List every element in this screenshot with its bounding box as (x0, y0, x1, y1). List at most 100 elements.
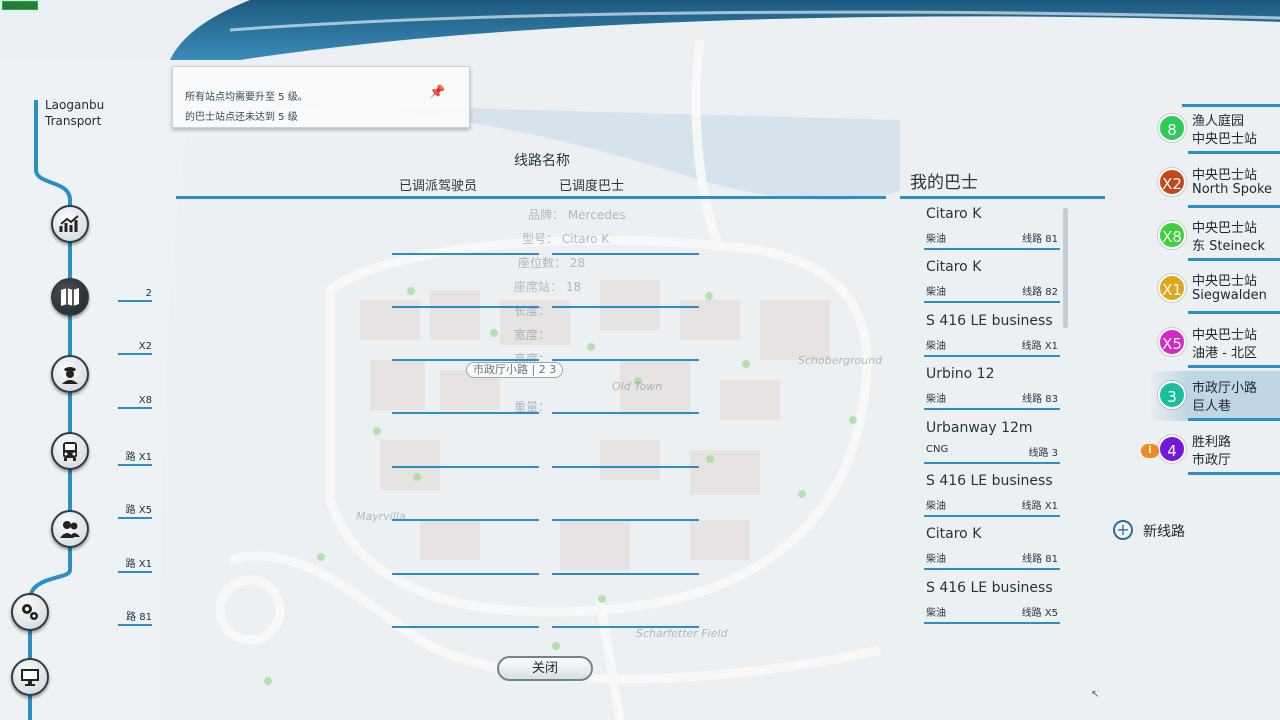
route-start-stop: 市政厅小路 (1192, 381, 1258, 396)
bus-slot-line[interactable] (552, 412, 699, 414)
ghost-text: 型号： Citaro K (522, 232, 610, 246)
route-name-title: 线路名称 (514, 153, 570, 169)
driver-slot-line[interactable] (392, 519, 539, 521)
driver-slot-line[interactable] (392, 412, 539, 414)
my-bus-scrollbar[interactable] (1063, 208, 1068, 328)
plus-icon: + (1113, 520, 1133, 540)
company-name-line2: Transport (45, 114, 102, 128)
route-end-stop: 中央巴士站 (1192, 132, 1258, 147)
route-start-stop: 中央巴士站 (1192, 274, 1258, 289)
ghost-text: 座位数： 28 (518, 256, 586, 270)
driver-slot-line[interactable] (392, 359, 539, 361)
left-route-stub: 路 81 (118, 608, 152, 626)
bus-slot-line[interactable] (552, 253, 699, 255)
bus-fuel: 柴油 (926, 394, 946, 405)
map-label: Mayrvilla (356, 510, 406, 523)
route-divider (1188, 365, 1280, 368)
bus-slot-line[interactable] (552, 573, 699, 575)
bus-model: Urbanway 12m (926, 420, 1033, 436)
bus-route: 线路 82 (1022, 287, 1058, 298)
route-item-x2[interactable]: X2 中央巴士站 North Spoke (1148, 158, 1280, 208)
nav-buses-button[interactable] (51, 432, 89, 470)
route-number-badge: X8 (1158, 221, 1186, 249)
route-item-3[interactable]: 3 市政厅小路 巨人巷 (1148, 371, 1280, 421)
bus-slot-line[interactable] (552, 519, 699, 521)
bus-list-item[interactable]: Citaro K 柴油 线路 81 (924, 524, 1060, 570)
nav-staff-button[interactable] (51, 510, 89, 548)
route-divider (1188, 418, 1280, 421)
route-item-x8[interactable]: X8 中央巴士站东 Steineck (1148, 211, 1280, 261)
bus-list-item[interactable]: Urbino 12 柴油 线路 83 (924, 364, 1060, 410)
bus-slot-line[interactable] (552, 359, 699, 361)
bus-list-item[interactable]: S 416 LE business 柴油 线路 X1 (924, 311, 1060, 357)
mouse-cursor-icon: ↖ (1091, 689, 1100, 700)
bus-fuel: 柴油 (926, 287, 946, 298)
bus-fuel: 柴油 (926, 554, 946, 565)
bus-fuel: 柴油 (926, 341, 946, 352)
notification-popup[interactable]: 所有站点均需要升至 5 级。 的巴士站点还未达到 5 级 📌 (172, 66, 470, 128)
bus-slot-line[interactable] (552, 306, 699, 308)
route-item-x5[interactable]: X5 中央巴士站 油港 - 北区 (1148, 318, 1280, 368)
route-start-stop: 中央巴士站 (1192, 328, 1258, 343)
pin-icon[interactable]: 📌 (429, 85, 445, 100)
my-bus-divider (900, 196, 1105, 199)
header-divider (176, 196, 886, 199)
left-route-stub: 2 (118, 288, 152, 302)
bus-list-item[interactable]: S 416 LE business 柴油 线路 X1 (924, 471, 1060, 517)
bus-model: Urbino 12 (926, 366, 995, 382)
nav-settings-button[interactable] (11, 593, 49, 631)
notification-line1: 所有站点均需要升至 5 级。 (185, 92, 308, 103)
route-item-8[interactable]: 8 渔人庭园 中央巴士站 (1148, 104, 1280, 154)
nav-drivers-button[interactable] (51, 355, 89, 393)
route-item-x1[interactable]: X1 中央巴士站 Siegwalden (1148, 264, 1280, 314)
route-start-stop: 中央巴士站 (1192, 221, 1258, 236)
route-end-stop: 东 Steineck (1192, 239, 1266, 254)
bus-list-item[interactable]: Urbanway 12m CNG 线路 3 (924, 418, 1060, 464)
map-label: Old Town (612, 380, 663, 393)
bus-slot-line[interactable] (552, 626, 699, 628)
route-end-stop: 巨人巷 (1192, 399, 1232, 414)
bus-route: 线路 81 (1022, 554, 1058, 565)
warning-info-icon[interactable]: i (1141, 444, 1159, 458)
map-stop-label[interactable]: 市政厅小路 | 2 3 (466, 362, 564, 378)
driver-slot-line[interactable] (392, 253, 539, 255)
bus-list-item[interactable]: Citaro K 柴油 线路 82 (924, 257, 1060, 303)
left-route-stub: X2 (118, 341, 152, 355)
nav-map-button[interactable] (51, 278, 89, 316)
bus-route: 线路 X5 (1021, 608, 1058, 619)
left-route-stub: 路 X1 (118, 555, 152, 573)
gears-icon (22, 604, 38, 620)
route-number-badge: X5 (1158, 328, 1186, 356)
route-start-stop: 中央巴士站 (1192, 168, 1258, 183)
nav-computer-button[interactable] (11, 658, 49, 696)
left-route-stub: 路 X1 (118, 448, 152, 466)
bus-model: Citaro K (926, 526, 982, 542)
driver-slot-line[interactable] (392, 626, 539, 628)
bus-route: 线路 83 (1022, 394, 1058, 405)
chart-trend-icon (59, 215, 79, 232)
monitor-icon (21, 669, 39, 686)
driver-slot-line[interactable] (392, 573, 539, 575)
bus-list-item[interactable]: Citaro K 柴油 线路 81 (924, 204, 1060, 250)
route-divider (1188, 205, 1280, 208)
ghost-text: 座席站： 18 (514, 280, 582, 294)
route-start-stop: 胜利路 (1192, 435, 1232, 450)
route-number-badge: X2 (1158, 168, 1186, 196)
bus-model: Citaro K (926, 206, 982, 222)
route-divider (1188, 472, 1280, 475)
assigned-drivers-header: 已调派驾驶员 (399, 179, 478, 194)
bus-slot-line[interactable] (552, 466, 699, 468)
close-button[interactable]: 关闭 (497, 656, 593, 681)
ghost-text: 品牌： Mercedes (528, 208, 626, 222)
driver-slot-line[interactable] (392, 306, 539, 308)
driver-icon (62, 367, 78, 384)
route-item-4[interactable]: 4 胜利路 市政厅 (1148, 425, 1280, 475)
bus-fuel: CNG (926, 444, 949, 455)
map-icon (61, 288, 79, 306)
bus-list-item[interactable]: S 416 LE business 柴油 线路 X5 (924, 578, 1060, 624)
bus-model: Citaro K (926, 259, 982, 275)
assigned-buses-header: 已调度巴士 (559, 179, 625, 194)
nav-statistics-button[interactable] (51, 205, 89, 243)
driver-slot-line[interactable] (392, 466, 539, 468)
route-number-badge: 8 (1158, 114, 1186, 142)
